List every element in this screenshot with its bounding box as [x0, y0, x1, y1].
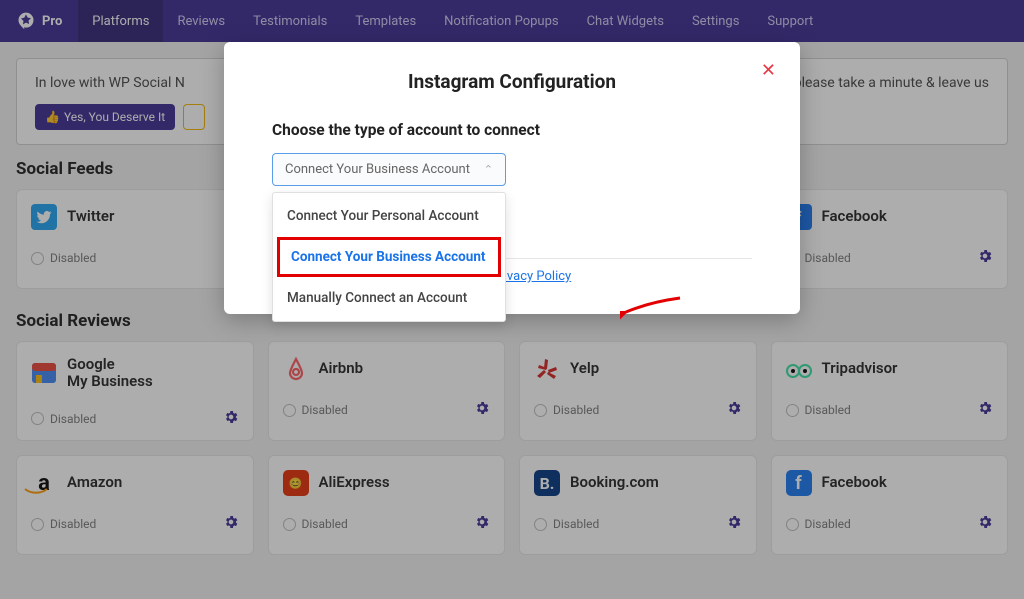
annotation-arrow [620, 290, 690, 330]
chevron-up-icon: ⌃ [484, 163, 493, 176]
modal-title: Instagram Configuration [272, 70, 752, 93]
option-manual[interactable]: Manually Connect an Account [273, 279, 505, 317]
account-type-dropdown: Connect Your Personal Account Connect Yo… [272, 192, 506, 322]
account-type-select[interactable]: Connect Your Business Account ⌃ [272, 153, 506, 186]
modal-overlay[interactable]: ✕ Instagram Configuration Choose the typ… [0, 0, 1024, 599]
option-business[interactable]: Connect Your Business Account [277, 237, 501, 277]
option-personal[interactable]: Connect Your Personal Account [273, 197, 505, 235]
instagram-config-modal: ✕ Instagram Configuration Choose the typ… [224, 42, 800, 314]
select-value: Connect Your Business Account [285, 162, 470, 177]
modal-subtitle: Choose the type of account to connect [272, 121, 752, 139]
close-icon[interactable]: ✕ [761, 60, 776, 81]
